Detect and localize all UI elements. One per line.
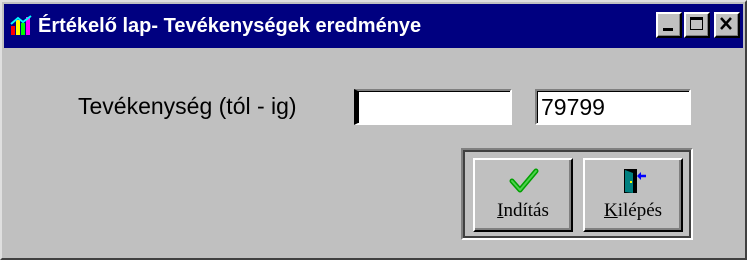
- close-icon: [720, 17, 732, 30]
- green-checkmark-icon: [509, 168, 539, 193]
- title-bar[interactable]: Értékelő lap- Tevékenységek eredménye: [4, 4, 743, 48]
- exit-mnemonic: K: [603, 200, 618, 221]
- start-button-label: Indítás: [475, 200, 571, 222]
- start-button[interactable]: Indítás: [473, 158, 573, 232]
- from-input[interactable]: [354, 89, 512, 125]
- maximize-icon: [690, 17, 703, 30]
- action-button-group: Indítás Kilépés: [461, 148, 693, 240]
- maximize-button[interactable]: [684, 12, 710, 38]
- exit-button[interactable]: Kilépés: [583, 158, 683, 232]
- window-title: Értékelő lap- Tevékenységek eredménye: [38, 15, 422, 37]
- exit-button-label: Kilépés: [585, 200, 681, 222]
- minimize-button[interactable]: [656, 12, 682, 38]
- dialog-window: Értékelő lap- Tevékenységek eredménye Te…: [0, 0, 747, 260]
- exit-door-icon: [624, 169, 646, 193]
- range-label: Tevékenység (tól - ig): [78, 93, 297, 119]
- app-icon[interactable]: [10, 15, 32, 37]
- to-input[interactable]: [535, 89, 691, 125]
- exit-label-rest: ilépés: [617, 200, 663, 221]
- start-label-rest: ndítás: [503, 200, 549, 221]
- minimize-icon: [663, 28, 673, 31]
- close-button[interactable]: [714, 12, 740, 38]
